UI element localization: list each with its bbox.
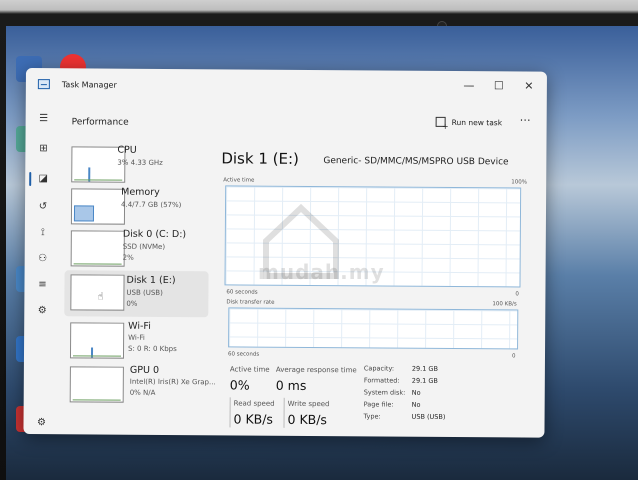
read-speed-value: 0 KB/s (233, 411, 274, 427)
disk-detail-panel: Disk 1 (E:) Generic- SD/MMC/MS/MSPRO USB… (219, 143, 541, 437)
read-speed-label: Read speed (233, 399, 275, 408)
startup-apps-icon[interactable]: ⟟ (36, 226, 50, 240)
device-detail: 4.4/7.7 GB (57%) (121, 200, 182, 210)
minimize-button[interactable]: — (453, 75, 485, 97)
run-task-icon (435, 116, 446, 127)
active-time-graph-label: Active time (223, 177, 255, 184)
app-history-icon[interactable]: ↺ (36, 200, 50, 214)
maximize-button[interactable]: ☐ (483, 75, 515, 97)
device-item-gpu[interactable]: GPU 0 Intel(R) Iris(R) Xe Grap... 0% N/A (64, 362, 216, 409)
write-speed-value: 0 KB/s (287, 411, 328, 428)
disk0-thumbnail-graph (70, 230, 125, 267)
active-time-stat-value: 0% (229, 377, 250, 393)
users-icon[interactable]: ⚇ (36, 252, 50, 266)
device-name: GPU 0 (129, 364, 160, 376)
property-value: USB (USB) (411, 412, 446, 421)
device-usage: 0% N/A (129, 388, 156, 397)
device-usage: 0% (126, 299, 138, 308)
device-detail: Intel(R) Iris(R) Xe Grap... (129, 377, 216, 387)
title-bar[interactable]: Task Manager — ☐ ✕ (26, 68, 547, 104)
processes-icon[interactable]: ⊞ (36, 142, 50, 156)
disk-model: Generic- SD/MMC/MS/MSPRO USB Device (323, 156, 509, 168)
device-item-disk-0[interactable]: Disk 0 (C: D:) SSD (NVMe) 2% (65, 226, 209, 273)
settings-icon[interactable]: ⚙ (34, 416, 48, 430)
device-detail: 3% 4.33 GHz (117, 158, 163, 167)
property-value: No (411, 388, 421, 397)
avg-response-stat-label: Average response time (275, 365, 357, 375)
device-name: Disk 0 (C: D:) (122, 228, 187, 241)
property-key: System disk: (363, 388, 406, 397)
memory-thumbnail-graph (70, 188, 126, 225)
side-navigation: ☰ ⊞ ◪ ↺ ⟟ ⚇ ≡ ⚙ ⚙ (23, 100, 61, 434)
device-detail: Wi-Fi (128, 333, 145, 342)
details-icon[interactable]: ≡ (35, 278, 49, 292)
write-speed-divider (283, 397, 285, 428)
task-manager-app-icon (37, 79, 50, 90)
active-time-stat-label: Active time (229, 365, 270, 374)
device-name: Memory (121, 186, 160, 198)
watermark-text: mudah.my (258, 260, 385, 284)
device-detail: USB (USB) (126, 288, 163, 297)
transfer-rate-graph-min: 0 (511, 353, 516, 360)
device-item-disk-1[interactable]: ☝ Disk 1 (E:) USB (USB) 0% (64, 270, 209, 318)
device-item-wifi[interactable]: Wi-Fi Wi-Fi S: 0 R: 0 Kbps (64, 318, 208, 365)
device-item-cpu[interactable]: CPU 3% 4.33 GHz (65, 142, 209, 189)
read-speed-divider (229, 397, 231, 428)
avg-response-stat-value: 0 ms (275, 377, 307, 393)
services-icon[interactable]: ⚙ (35, 304, 49, 318)
device-item-memory[interactable]: Memory 4.4/7.7 GB (57%) (65, 184, 209, 231)
disk-title: Disk 1 (E:) (221, 149, 299, 168)
device-detail: SSD (NVMe) (122, 242, 166, 251)
hamburger-icon[interactable]: ☰ (37, 112, 51, 126)
property-key: Formatted: (363, 376, 400, 385)
property-key: Page file: (363, 400, 394, 409)
gpu-thumbnail-graph (69, 366, 124, 403)
page-title: Performance (71, 117, 129, 128)
transfer-rate-graph-label: Disk transfer rate (226, 299, 275, 306)
active-time-graph-max: 100% (511, 179, 527, 186)
property-value: No (411, 400, 421, 409)
device-name: Disk 1 (E:) (126, 274, 176, 287)
active-time-graph-xlabel: 60 seconds (226, 289, 258, 296)
performance-icon[interactable]: ◪ (36, 172, 50, 186)
active-time-graph-min: 0 (515, 291, 519, 298)
more-options-button[interactable]: ⋯ (520, 113, 531, 126)
nav-active-indicator (29, 172, 32, 187)
property-key: Capacity: (363, 364, 395, 373)
transfer-rate-graph (228, 307, 519, 350)
property-value: 29.1 GB (411, 364, 438, 373)
hand-cursor-icon: ☝ (97, 291, 104, 303)
device-usage: S: 0 R: 0 Kbps (128, 344, 177, 354)
wifi-thumbnail-graph (69, 322, 125, 359)
device-usage: 2% (122, 253, 134, 262)
property-value: 29.1 GB (411, 376, 438, 385)
run-new-task-label: Run new task (451, 117, 503, 127)
device-list: CPU 3% 4.33 GHz Memory 4.4/7.7 GB (57%) … (63, 142, 216, 435)
window-title: Task Manager (61, 80, 117, 90)
transfer-rate-graph-xlabel: 60 seconds (227, 351, 260, 358)
device-name: Wi-Fi (128, 320, 151, 332)
transfer-rate-graph-max: 100 KB/s (492, 301, 517, 308)
disk1-thumbnail-graph: ☝ (70, 274, 125, 311)
close-button[interactable]: ✕ (513, 75, 545, 97)
device-name: CPU (117, 144, 137, 156)
property-key: Type: (363, 412, 381, 421)
write-speed-label: Write speed (287, 399, 330, 409)
run-new-task-button[interactable]: Run new task (435, 115, 503, 129)
